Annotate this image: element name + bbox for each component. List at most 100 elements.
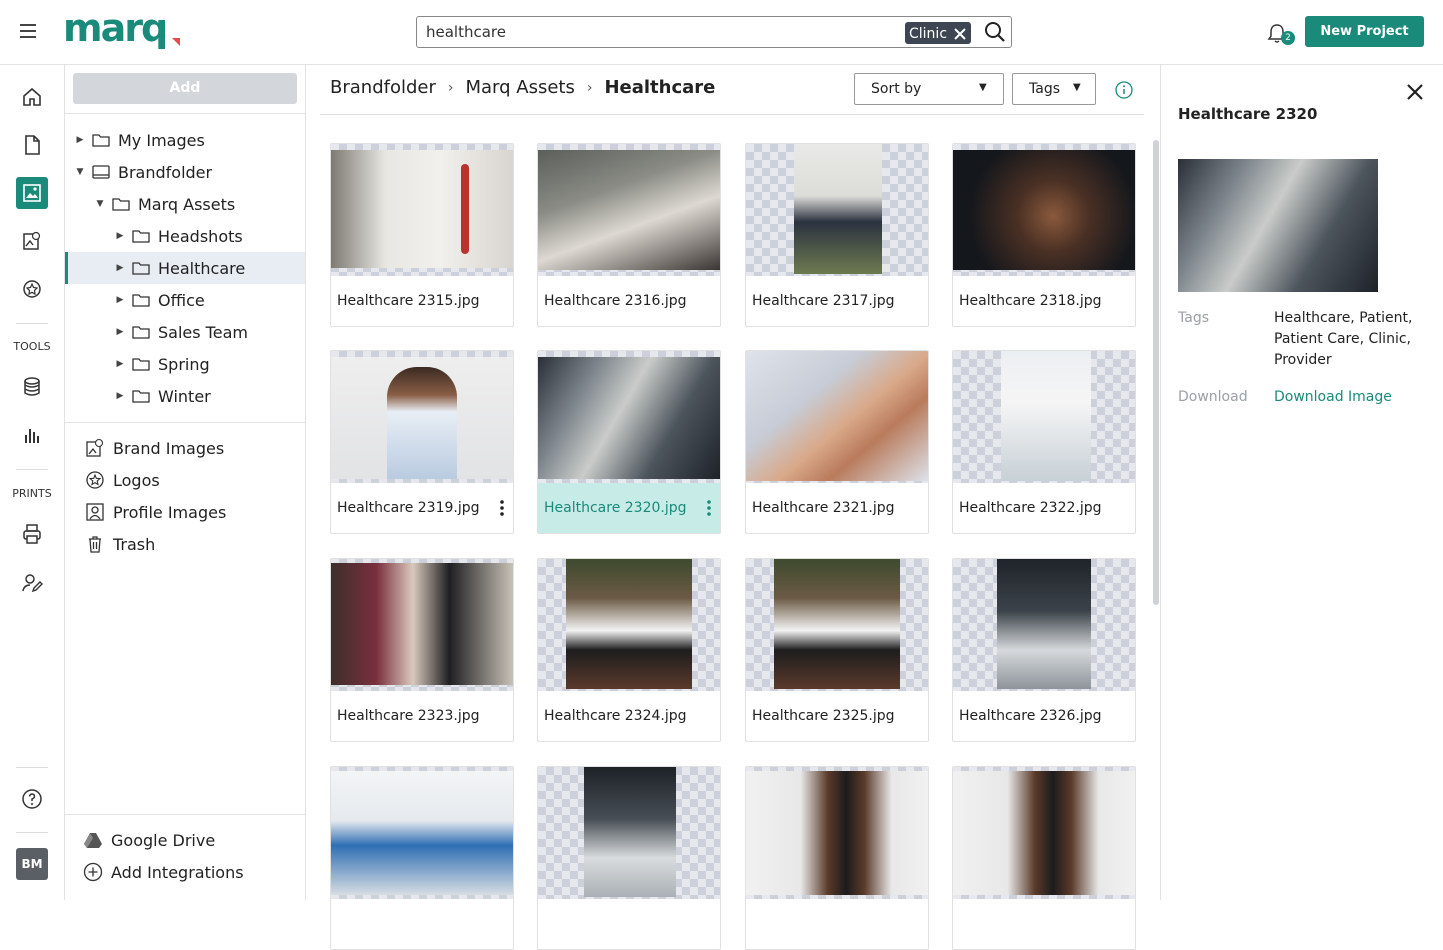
brand-images-icon [86,438,104,457]
asset-thumbnail [953,144,1135,276]
filter-chip[interactable]: Clinic [905,22,972,44]
tree-item-headshots[interactable]: ▶ Headshots [65,220,305,252]
sort-dropdown[interactable]: Sort by ▼ [854,73,1004,105]
more-options-icon[interactable] [499,499,505,517]
image-icon[interactable] [20,181,44,205]
chart-icon[interactable] [20,423,44,447]
tree-item-label: My Images [118,130,205,150]
tree-item-label: Marq Assets [138,194,236,214]
photo [746,351,928,481]
menu-icon[interactable] [20,24,36,38]
tree-item-brandfolder[interactable]: ▼ Brandfolder [65,156,305,188]
tree-item-label: Spring [158,354,210,374]
tree-item-sales-team[interactable]: ▶ Sales Team [65,316,305,348]
library-profile-images[interactable]: Profile Images [85,497,226,527]
caret-right-icon[interactable]: ▶ [115,263,125,273]
folder-tree-panel: Add ▶ My Images ▼ Brandfolder ▼ Marq Ass… [65,65,306,900]
tree-item-spring[interactable]: ▶ Spring [65,348,305,380]
close-icon[interactable] [953,27,967,41]
library-label: Brand Images [113,438,225,458]
add-button[interactable]: Add [73,73,297,104]
google-drive-icon [84,833,102,848]
home-icon[interactable] [20,85,44,109]
search-query[interactable]: healthcare [426,23,506,41]
caret-down-icon[interactable]: ▼ [75,167,85,177]
caret-right-icon[interactable]: ▶ [115,359,125,369]
tree-item-office[interactable]: ▶ Office [65,284,305,316]
photo [997,559,1091,689]
user-edit-icon[interactable] [20,571,44,595]
tree-item-marq-assets[interactable]: ▼ Marq Assets [65,188,305,220]
asset-card[interactable]: Healthcare 2318.jpg [952,143,1136,327]
chevron-right-icon: › [447,79,454,96]
caret-right-icon[interactable]: ▶ [115,391,125,401]
download-image-link[interactable]: Download Image [1274,389,1392,405]
asset-card[interactable]: Healthcare 2325.jpg [745,558,929,742]
caret-right-icon[interactable]: ▶ [115,327,125,337]
asset-card[interactable]: Healthcare 2319.jpg [330,350,514,534]
document-icon[interactable] [20,133,44,157]
left-rail: TOOLS PRINTS BM [0,65,65,900]
search-input[interactable]: healthcare Clinic [416,16,1012,48]
printer-icon[interactable] [20,522,44,546]
asset-thumbnail [331,559,513,691]
photo [584,767,676,897]
rail-divider [16,469,48,470]
badge-icon[interactable] [20,277,44,301]
asset-card-selected[interactable]: Healthcare 2320.jpg [537,350,721,534]
help-icon[interactable] [20,787,44,811]
caret-right-icon[interactable]: ▶ [75,135,85,145]
divider [320,114,1144,115]
asset-card[interactable] [537,766,721,950]
asset-thumbnail [953,767,1135,899]
tree-item-winter[interactable]: ▶ Winter [65,380,305,412]
asset-card[interactable] [745,766,929,950]
photo [746,771,928,895]
asset-card[interactable]: Healthcare 2326.jpg [952,558,1136,742]
library-logos[interactable]: Logos [85,465,160,495]
info-icon[interactable] [1115,81,1133,99]
tags-label: Tags [1178,310,1209,326]
brand-images-icon[interactable] [20,229,44,253]
tree-item-my-images[interactable]: ▶ My Images [65,124,305,156]
asset-card[interactable] [330,766,514,950]
folder-icon [132,230,150,243]
asset-card[interactable]: Healthcare 2324.jpg [537,558,721,742]
integration-add[interactable]: Add Integrations [83,857,244,887]
divider [65,422,305,423]
folder-icon [132,358,150,371]
library-brand-images[interactable]: Brand Images [85,433,224,463]
asset-card[interactable]: Healthcare 2316.jpg [537,143,721,327]
asset-card[interactable]: Healthcare 2322.jpg [952,350,1136,534]
database-icon[interactable] [20,375,44,399]
caret-right-icon[interactable]: ▶ [115,295,125,305]
avatar[interactable]: BM [16,848,48,880]
brandfolder-icon [92,165,110,179]
detail-panel: Healthcare 2320 Tags Healthcare, Patient… [1160,65,1443,900]
asset-name: Healthcare 2316.jpg [544,293,687,309]
close-icon[interactable] [1404,81,1426,103]
asset-card[interactable]: Healthcare 2317.jpg [745,143,929,327]
search-icon[interactable] [984,21,1006,43]
asset-card[interactable]: Healthcare 2315.jpg [330,143,514,327]
breadcrumb-item[interactable]: Marq Assets [465,77,574,98]
asset-card[interactable] [952,766,1136,950]
library-trash[interactable]: Trash [85,529,155,559]
tags-dropdown[interactable]: Tags ▼ [1012,73,1096,105]
integration-google-drive[interactable]: Google Drive [83,825,215,855]
asset-card[interactable]: Healthcare 2323.jpg [330,558,514,742]
caret-right-icon[interactable]: ▶ [115,231,125,241]
scrollbar[interactable] [1153,140,1159,605]
more-options-icon[interactable] [706,499,712,517]
caret-down-icon[interactable]: ▼ [95,199,105,209]
asset-browser: Brandfolder › Marq Assets › Healthcare S… [306,65,1160,950]
asset-card[interactable]: Healthcare 2321.jpg [745,350,929,534]
logo[interactable]: marq [63,6,168,50]
breadcrumb-item[interactable]: Brandfolder [330,77,436,98]
rail-divider [16,323,48,324]
tags-label: Tags [1029,81,1060,97]
folder-icon [112,198,130,211]
new-project-button[interactable]: New Project [1305,16,1424,47]
tree-item-label: Brandfolder [118,162,213,182]
tree-item-healthcare[interactable]: ▶ Healthcare [65,252,305,284]
